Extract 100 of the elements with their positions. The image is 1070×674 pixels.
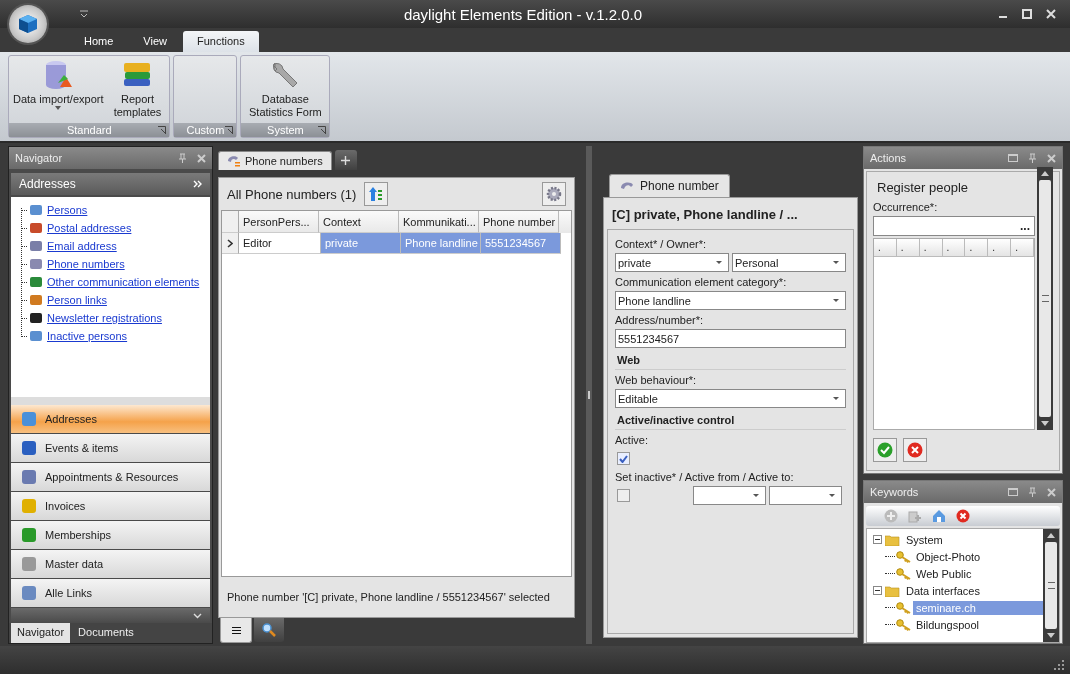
navigator-section-button[interactable]: Appointments & Resources xyxy=(11,463,210,491)
item-icon xyxy=(29,312,43,324)
navigator-link[interactable]: Other communication elements xyxy=(47,276,200,288)
row-pointer-icon xyxy=(227,238,233,248)
column-header[interactable]: . xyxy=(965,239,989,257)
active-checkbox[interactable] xyxy=(617,452,630,465)
group-label: System xyxy=(267,124,304,136)
navigator-section-button[interactable]: Memberships xyxy=(11,521,210,549)
customize-caret-icon[interactable] xyxy=(80,10,88,18)
navigator-section-button[interactable]: Invoices xyxy=(11,492,210,520)
collapse-icon[interactable] xyxy=(873,535,882,544)
field-label: Web behaviour*: xyxy=(615,374,698,386)
navigator-section-button[interactable]: Addresses xyxy=(11,405,210,433)
tree-item[interactable]: Bildungspool xyxy=(913,617,982,632)
scroll-up-icon[interactable] xyxy=(1041,171,1049,176)
owner-dropdown[interactable]: Personal xyxy=(732,253,846,272)
pin-icon[interactable] xyxy=(1028,487,1037,497)
navigator-section-button[interactable]: Master data xyxy=(11,550,210,578)
panel-title: Keywords xyxy=(870,486,919,498)
tree-item[interactable]: Web Public xyxy=(913,566,975,581)
item-icon xyxy=(29,240,43,252)
close-icon[interactable] xyxy=(1046,9,1056,19)
status-text: Phone number '[C] private, Phone landline / 5551234567' selected xyxy=(226,590,551,605)
navigator-link[interactable]: Newsletter registrations xyxy=(47,312,162,324)
panel-tab[interactable]: Navigator xyxy=(11,623,71,643)
active-to-dropdown[interactable] xyxy=(769,486,842,505)
dialog-launcher-icon[interactable] xyxy=(318,126,327,134)
panel-title: Navigator xyxy=(15,152,63,164)
resize-grip-icon[interactable] xyxy=(1054,660,1064,670)
field-label: Context* / Owner*: xyxy=(615,238,708,250)
tree-item[interactable]: Data interfaces xyxy=(903,583,983,598)
column-header[interactable]: . xyxy=(874,239,897,257)
field-label: Occurrence*: xyxy=(873,201,939,213)
home-icon[interactable] xyxy=(932,509,946,523)
column-header[interactable]: PersonPers... xyxy=(239,211,319,233)
view-tab[interactable] xyxy=(220,618,252,643)
item-icon xyxy=(29,294,43,306)
pin-icon[interactable] xyxy=(1028,153,1037,163)
column-header[interactable]: . xyxy=(942,239,966,257)
detail-tab[interactable]: Phone number xyxy=(609,174,730,197)
delete-icon[interactable] xyxy=(956,509,970,523)
panel-title: Actions xyxy=(870,152,907,164)
scroll-up-icon[interactable] xyxy=(1047,533,1055,538)
section-icon xyxy=(21,556,37,572)
record-title: [C] private, Phone landline / ... xyxy=(611,206,799,224)
view-tab[interactable] xyxy=(254,618,284,642)
column-header[interactable]: . xyxy=(988,239,1012,257)
window-title: daylight Elements Edition - v.1.2.0.0 xyxy=(402,5,644,23)
folder-icon xyxy=(885,584,900,597)
navigator-link[interactable]: Persons xyxy=(47,204,88,216)
ribbon-button[interactable]: Report templates xyxy=(108,59,167,123)
scroll-down-icon[interactable] xyxy=(1047,633,1055,638)
occurrence-field[interactable]: ... xyxy=(873,216,1035,236)
ribbon-button[interactable]: Database Statistics Form xyxy=(244,59,327,123)
ribbon-tab[interactable]: Functions xyxy=(183,31,259,52)
scroll-down-icon[interactable] xyxy=(1041,421,1049,426)
document-tab[interactable]: Phone numbers xyxy=(218,151,332,170)
sort-arrow-icon xyxy=(368,186,385,202)
confirm-button[interactable] xyxy=(873,438,897,462)
add-tab-button[interactable] xyxy=(334,150,357,170)
navigator-link[interactable]: Postal addresses xyxy=(47,222,132,234)
ribbon-button[interactable]: Data import/export xyxy=(12,59,105,123)
group-header[interactable]: Addresses xyxy=(11,173,210,195)
window-icon[interactable] xyxy=(1008,154,1018,162)
column-header[interactable]: . xyxy=(1011,239,1034,257)
address-field[interactable]: 5551234567 xyxy=(615,329,846,348)
dialog-launcher-icon[interactable] xyxy=(225,126,234,134)
sort-button[interactable] xyxy=(364,182,389,206)
panel-tab[interactable]: Documents xyxy=(72,623,140,643)
chevron-down-icon[interactable] xyxy=(193,612,202,619)
tree-item[interactable]: Object-Photo xyxy=(913,549,984,564)
column-header[interactable]: . xyxy=(919,239,943,257)
navigator-link[interactable]: Inactive persons xyxy=(47,330,128,342)
pin-icon[interactable] xyxy=(178,153,187,163)
ribbon-tab[interactable]: View xyxy=(129,31,181,52)
context-dropdown[interactable]: private xyxy=(615,253,729,272)
ribbon-tab[interactable]: Home xyxy=(70,31,128,52)
column-header[interactable]: . xyxy=(896,239,920,257)
settings-button[interactable] xyxy=(542,182,566,206)
window-icon[interactable] xyxy=(1008,488,1018,496)
scrollbar[interactable] xyxy=(1037,167,1053,430)
tree-item[interactable]: System xyxy=(903,532,946,547)
navigator-section-button[interactable]: Alle Links xyxy=(11,579,210,607)
maximize-icon[interactable] xyxy=(1022,9,1032,19)
web-behaviour-dropdown[interactable]: Editable xyxy=(615,389,846,408)
section-icon xyxy=(21,440,37,456)
phone-icon xyxy=(620,181,634,191)
cancel-button[interactable] xyxy=(903,438,927,462)
scrollbar[interactable] xyxy=(1043,529,1059,642)
collapse-icon[interactable] xyxy=(873,586,882,595)
navigator-section-button[interactable]: Events & items xyxy=(11,434,210,462)
cross-icon xyxy=(907,442,923,458)
navigator-link[interactable]: Person links xyxy=(47,294,107,306)
app-menu-button[interactable] xyxy=(9,5,47,43)
active-from-dropdown[interactable] xyxy=(693,486,766,505)
field-label: Communication element category*: xyxy=(615,276,788,288)
navigator-link[interactable]: Email address xyxy=(47,240,117,252)
dialog-launcher-icon[interactable] xyxy=(158,126,167,134)
category-dropdown[interactable]: Phone landline xyxy=(615,291,846,310)
navigator-link[interactable]: Phone numbers xyxy=(47,258,125,270)
